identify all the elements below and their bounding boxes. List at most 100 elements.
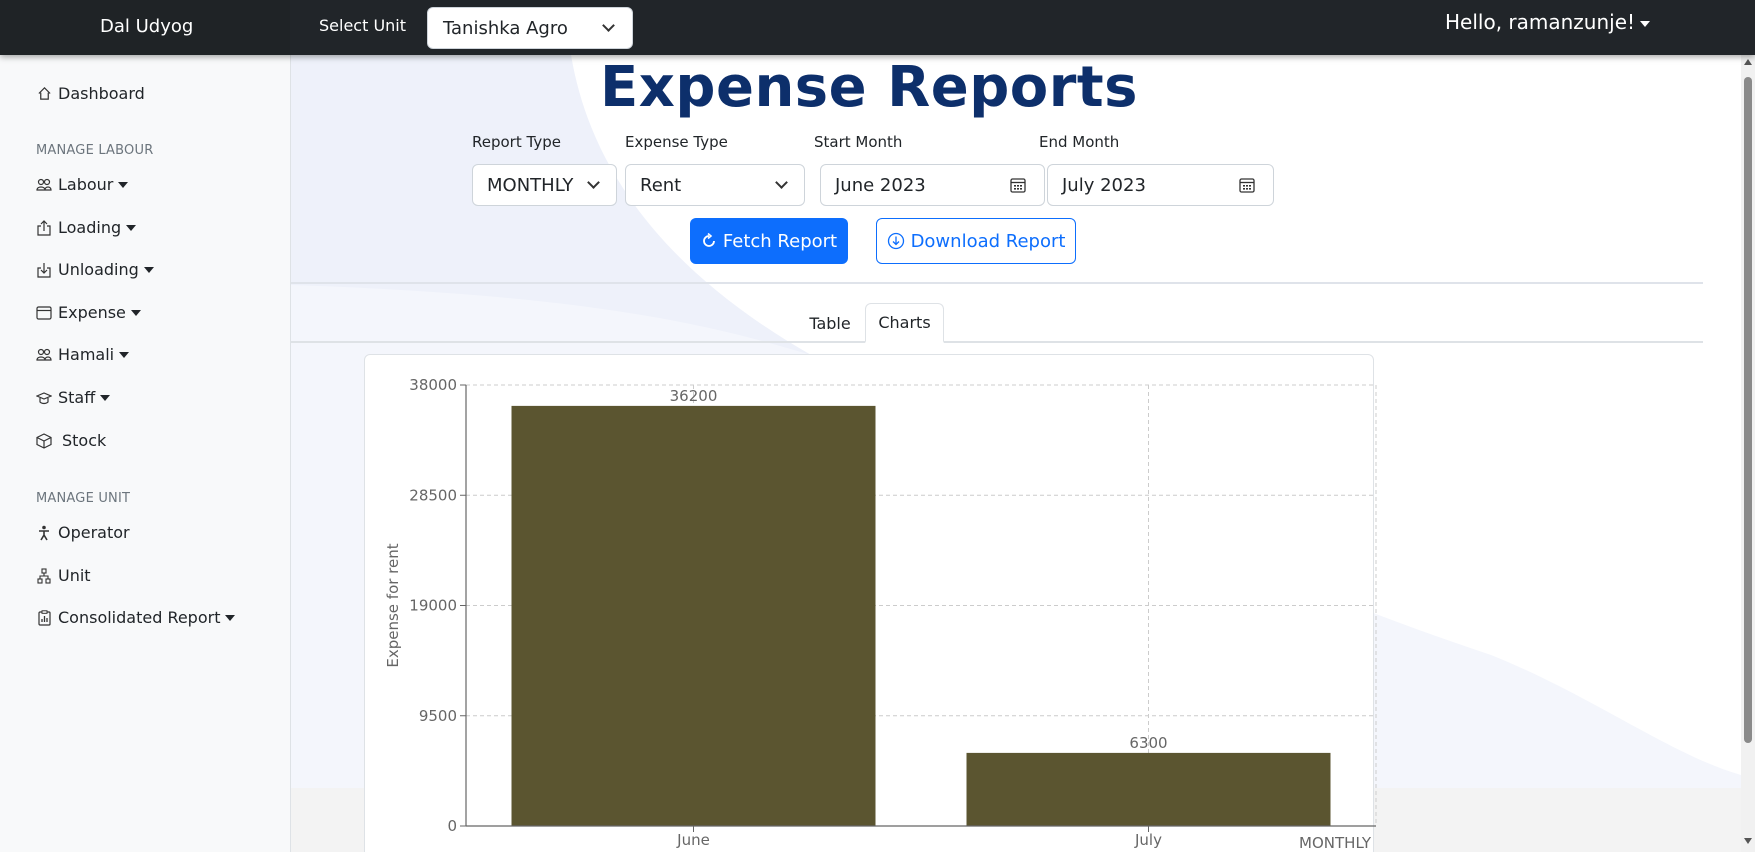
unit-select-value: Tanishka Agro	[443, 18, 568, 39]
sidebar-item-label: Unit	[58, 566, 91, 585]
brand-area: Dal Udyog	[0, 0, 290, 55]
chart-card: 0 9500 19000 28500 38000 36200 June 6300 July Exp…	[364, 354, 1377, 852]
report-type-label: Report Type	[472, 133, 561, 151]
select-unit-label: Select Unit	[319, 16, 407, 35]
window-icon	[36, 305, 52, 321]
sidebar-item-label: Labour	[58, 175, 114, 194]
tab-table[interactable]: Table	[799, 303, 861, 343]
sidebar-item-label: Hamali	[58, 345, 115, 364]
chevron-down-icon	[775, 176, 788, 189]
y-axis-title: Expense for rent	[384, 543, 402, 667]
sidebar-item-hamali[interactable]: Hamali	[36, 345, 130, 364]
sidebar-item-label: Stock	[62, 431, 107, 450]
scroll-down-arrow-icon[interactable]	[1744, 838, 1752, 844]
expense-type-label: Expense Type	[625, 133, 728, 151]
caret-down-icon	[1640, 20, 1651, 27]
sidebar-item-label: Loading	[58, 218, 122, 237]
sidebar-item-dashboard[interactable]: Dashboard	[36, 84, 145, 103]
caret-down-icon	[118, 181, 129, 188]
scrollbar[interactable]	[1741, 55, 1755, 852]
caret-down-icon	[119, 351, 130, 358]
fetch-report-label: Fetch Report	[722, 230, 838, 252]
data-label: 6300	[1129, 734, 1167, 752]
calendar-icon[interactable]	[1239, 177, 1255, 193]
download-report-button[interactable]: Download Report	[876, 218, 1076, 264]
divider	[291, 282, 1703, 284]
caret-down-icon	[126, 224, 137, 231]
download-report-label: Download Report	[910, 230, 1066, 252]
bar	[511, 405, 876, 826]
caret-down-icon	[100, 394, 111, 401]
page-title: Expense Reports	[600, 55, 1138, 120]
sidebar: Dashboard MANAGE LABOUR Labour Loading U…	[0, 55, 291, 852]
tab-charts[interactable]: Charts	[865, 303, 944, 343]
tabs-divider	[291, 341, 1703, 343]
start-month-input[interactable]: June 2023	[820, 164, 1045, 206]
x-axis-title: MONTHLY	[1299, 834, 1372, 852]
y-tick-label: 9500	[419, 707, 457, 725]
y-tick-label: 19000	[409, 597, 457, 615]
x-tick-label: July	[1134, 831, 1162, 849]
sidebar-item-operator[interactable]: Operator	[36, 523, 130, 542]
report-type-select[interactable]: MONTHLY	[472, 164, 617, 206]
user-menu[interactable]: Hello, ramanzunje!	[1445, 10, 1651, 34]
sidebar-item-label: Expense	[58, 303, 126, 322]
y-tick-label: 38000	[409, 376, 457, 394]
y-tick-label: 0	[447, 817, 457, 835]
fetch-report-button[interactable]: Fetch Report	[690, 218, 848, 264]
y-tick-label: 28500	[409, 486, 457, 504]
download-circle-icon	[887, 232, 904, 250]
refresh-icon	[703, 233, 715, 247]
top-navbar: Dal Udyog Select Unit Tanishka Agro Hell…	[0, 0, 1755, 55]
sidebar-item-staff[interactable]: Staff	[36, 388, 111, 407]
start-month-label: Start Month	[814, 133, 903, 151]
home-icon	[36, 86, 52, 102]
sidebar-item-labour[interactable]: Labour	[36, 175, 129, 194]
mortarboard-icon	[36, 390, 52, 406]
brand-name[interactable]: Dal Udyog	[100, 16, 193, 37]
chevron-down-icon	[602, 19, 615, 32]
box-arrow-up-icon	[36, 219, 52, 236]
expense-type-value: Rent	[640, 175, 682, 196]
sidebar-item-consolidated-report[interactable]: Consolidated Report	[36, 608, 236, 627]
calendar-icon[interactable]	[1010, 177, 1026, 193]
caret-down-icon	[143, 266, 154, 273]
user-greeting: Hello, ramanzunje!	[1445, 10, 1636, 34]
unit-select[interactable]: Tanishka Agro	[427, 7, 633, 49]
start-month-value: June 2023	[835, 175, 926, 196]
expense-type-select[interactable]: Rent	[625, 164, 805, 206]
diagram-icon	[36, 567, 52, 584]
caret-down-icon	[225, 614, 236, 621]
sidebar-item-expense[interactable]: Expense	[36, 303, 141, 322]
report-type-value: MONTHLY	[487, 175, 574, 196]
sidebar-item-unloading[interactable]: Unloading	[36, 260, 154, 279]
person-standing-icon	[36, 525, 52, 541]
scroll-up-arrow-icon[interactable]	[1744, 59, 1752, 65]
people-icon	[36, 177, 52, 193]
box-icon	[36, 432, 52, 449]
chevron-down-icon	[587, 176, 600, 189]
bar	[966, 752, 1331, 826]
main-content: Expense Reports Report Type MONTHLY Expe…	[291, 55, 1741, 852]
sidebar-item-label: Staff	[58, 388, 96, 407]
sidebar-item-label: Dashboard	[58, 84, 145, 103]
data-label: 36200	[670, 387, 718, 405]
sidebar-item-label: Consolidated Report	[58, 608, 221, 627]
caret-down-icon	[130, 309, 141, 316]
sidebar-item-stock[interactable]: Stock	[36, 431, 106, 450]
sidebar-item-loading[interactable]: Loading	[36, 218, 137, 237]
clipboard-data-icon	[36, 609, 52, 626]
end-month-value: July 2023	[1062, 175, 1146, 196]
people-icon	[36, 347, 52, 363]
sidebar-item-label: Operator	[58, 523, 130, 542]
sidebar-item-unit[interactable]: Unit	[36, 566, 91, 585]
expense-bar-chart: 0 9500 19000 28500 38000 36200 June 6300 July Exp…	[384, 376, 1377, 852]
box-arrow-down-icon	[36, 262, 52, 278]
sidebar-item-label: Unloading	[58, 260, 139, 279]
end-month-label: End Month	[1039, 133, 1120, 151]
x-tick-label: June	[676, 831, 710, 849]
scrollbar-thumb[interactable]	[1744, 77, 1752, 743]
section-manage-labour: MANAGE LABOUR	[36, 143, 154, 158]
end-month-input[interactable]: July 2023	[1047, 164, 1274, 206]
section-manage-unit: MANAGE UNIT	[36, 491, 131, 506]
